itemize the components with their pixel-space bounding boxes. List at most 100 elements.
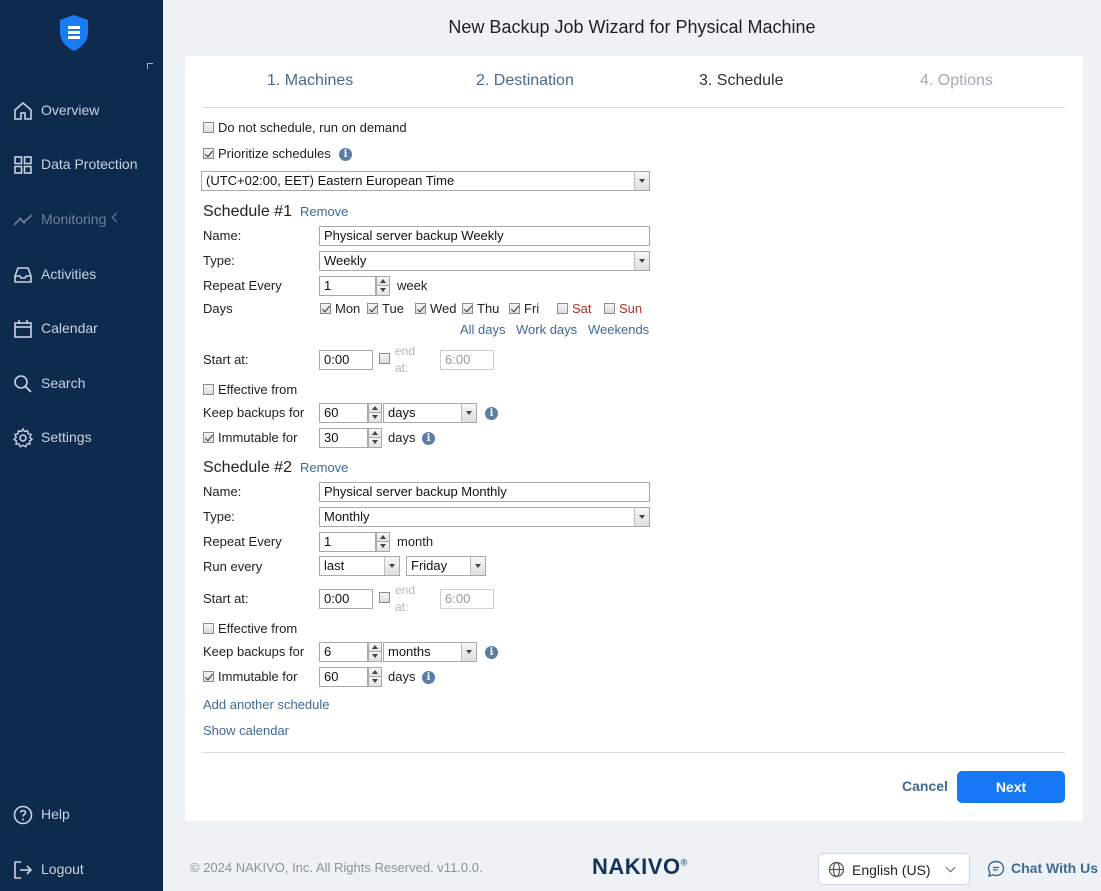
wizard-steps: 1. Machines 2. Destination 3. Schedule 4… — [203, 72, 1065, 108]
day-wed-checkbox[interactable] — [415, 303, 426, 314]
schedule-2-keep-unit-select[interactable]: months — [383, 642, 477, 662]
stepper-down-icon[interactable] — [368, 652, 382, 662]
collapse-sidebar-icon[interactable] — [147, 63, 153, 69]
repeat-unit: week — [397, 278, 428, 293]
copyright: © 2024 NAKIVO, Inc. All Rights Reserved.… — [190, 860, 483, 875]
end-label: end — [395, 583, 416, 597]
stepper-down-icon[interactable] — [368, 438, 382, 448]
stepper-down-icon[interactable] — [376, 286, 390, 296]
step-schedule[interactable]: 3. Schedule — [699, 72, 784, 90]
schedule-2-keep-input[interactable]: 6 — [319, 642, 368, 662]
schedule-2-remove-link[interactable]: Remove — [300, 460, 348, 475]
schedule-2-name-input[interactable]: Physical server backup Monthly — [319, 482, 650, 502]
stepper-up-icon[interactable] — [368, 403, 382, 413]
sidebar-item-activities[interactable]: Activities — [0, 259, 163, 289]
schedule-1-repeat-input[interactable]: 1 — [319, 276, 376, 296]
immutable-label: Immutable for — [218, 430, 298, 445]
step-machines[interactable]: 1. Machines — [267, 72, 353, 90]
stepper-up-icon[interactable] — [368, 642, 382, 652]
sidebar-item-help[interactable]: Help — [0, 799, 163, 829]
info-icon[interactable]: i — [485, 646, 498, 659]
all-days-link[interactable]: All days — [460, 322, 506, 337]
schedule-1-immutable-input[interactable]: 30 — [319, 428, 368, 448]
at-label: at: — [395, 361, 409, 375]
day-sun-checkbox[interactable] — [604, 303, 615, 314]
day-mon-checkbox[interactable] — [320, 303, 331, 314]
sidebar-item-label: Data Protection — [41, 156, 138, 172]
keep-stepper[interactable] — [368, 403, 382, 423]
chevron-down-icon — [384, 557, 399, 575]
sidebar-item-search[interactable]: Search — [0, 368, 163, 398]
immutable-checkbox[interactable] — [203, 671, 214, 682]
step-destination[interactable]: 2. Destination — [476, 72, 574, 90]
schedule-2-run-day-select[interactable]: Friday — [406, 556, 486, 576]
keep-backups-label: Keep backups for — [203, 644, 305, 659]
schedule-1-name-input[interactable]: Physical server backup Weekly — [319, 226, 650, 246]
chevron-down-icon — [461, 404, 476, 422]
chevron-down-icon — [634, 508, 649, 526]
home-icon — [14, 101, 32, 120]
day-sat-checkbox[interactable] — [557, 303, 568, 314]
logout-label: Logout — [41, 861, 84, 877]
stepper-down-icon[interactable] — [368, 413, 382, 423]
type-value: Weekly — [324, 253, 367, 268]
end-at-checkbox[interactable] — [379, 353, 390, 364]
schedule-1-end-input: 6:00 — [440, 350, 494, 370]
prioritize-schedules-label: Prioritize schedules — [218, 146, 331, 161]
timezone-select[interactable]: (UTC+02:00, EET) Eastern European Time — [201, 171, 650, 191]
schedule-1-keep-unit-select[interactable]: days — [383, 403, 477, 423]
stepper-down-icon[interactable] — [376, 542, 390, 552]
language-select[interactable]: English (US) — [818, 853, 970, 885]
schedule-2-immutable-input[interactable]: 60 — [319, 667, 368, 687]
chevron-down-icon — [461, 643, 476, 661]
immutable-stepper[interactable] — [368, 667, 382, 687]
run-every-label: Run every — [203, 559, 263, 574]
schedule-1-keep-input[interactable]: 60 — [319, 403, 368, 423]
footer-divider — [203, 752, 1065, 753]
sidebar-item-monitoring[interactable]: Monitoring — [0, 204, 163, 234]
add-schedule-link[interactable]: Add another schedule — [203, 697, 329, 712]
schedule-1-start-input[interactable]: 0:00 — [319, 350, 373, 370]
sidebar-item-overview[interactable]: Overview — [0, 95, 163, 125]
language-value: English (US) — [852, 862, 931, 878]
day-fri-checkbox[interactable] — [509, 303, 520, 314]
start-at-label: Start at: — [203, 352, 249, 367]
show-calendar-link[interactable]: Show calendar — [203, 723, 289, 738]
day-thu-checkbox[interactable] — [462, 303, 473, 314]
sidebar-item-data-protection[interactable]: Data Protection — [0, 149, 163, 179]
prioritize-schedules-checkbox[interactable] — [203, 148, 214, 159]
immutable-stepper[interactable] — [368, 428, 382, 448]
do-not-schedule-checkbox[interactable] — [203, 122, 214, 133]
repeat-stepper[interactable] — [376, 532, 390, 552]
immutable-checkbox[interactable] — [203, 432, 214, 443]
info-icon[interactable]: i — [339, 148, 352, 161]
stepper-up-icon[interactable] — [376, 276, 390, 286]
cancel-button[interactable]: Cancel — [902, 778, 948, 794]
schedule-2-repeat-input[interactable]: 1 — [319, 532, 376, 552]
schedule-1-type-select[interactable]: Weekly — [319, 251, 650, 271]
sidebar-item-logout[interactable]: Logout — [0, 854, 163, 884]
stepper-up-icon[interactable] — [376, 532, 390, 542]
sidebar-item-settings[interactable]: Settings — [0, 422, 163, 452]
stepper-up-icon[interactable] — [368, 667, 382, 677]
effective-from-checkbox[interactable] — [203, 384, 214, 395]
schedule-1-remove-link[interactable]: Remove — [300, 204, 348, 219]
end-at-checkbox[interactable] — [379, 592, 390, 603]
stepper-down-icon[interactable] — [368, 677, 382, 687]
next-button[interactable]: Next — [957, 771, 1065, 803]
sidebar-item-calendar[interactable]: Calendar — [0, 313, 163, 343]
stepper-up-icon[interactable] — [368, 428, 382, 438]
info-icon[interactable]: i — [422, 432, 435, 445]
keep-stepper[interactable] — [368, 642, 382, 662]
schedule-2-run-when-select[interactable]: last — [319, 556, 400, 576]
effective-from-checkbox[interactable] — [203, 623, 214, 634]
repeat-stepper[interactable] — [376, 276, 390, 296]
weekends-link[interactable]: Weekends — [588, 322, 649, 337]
info-icon[interactable]: i — [422, 671, 435, 684]
info-icon[interactable]: i — [485, 407, 498, 420]
schedule-2-end-input: 6:00 — [440, 589, 494, 609]
schedule-2-type-select[interactable]: Monthly — [319, 507, 650, 527]
schedule-2-start-input[interactable]: 0:00 — [319, 589, 373, 609]
work-days-link[interactable]: Work days — [516, 322, 577, 337]
day-tue-checkbox[interactable] — [367, 303, 378, 314]
